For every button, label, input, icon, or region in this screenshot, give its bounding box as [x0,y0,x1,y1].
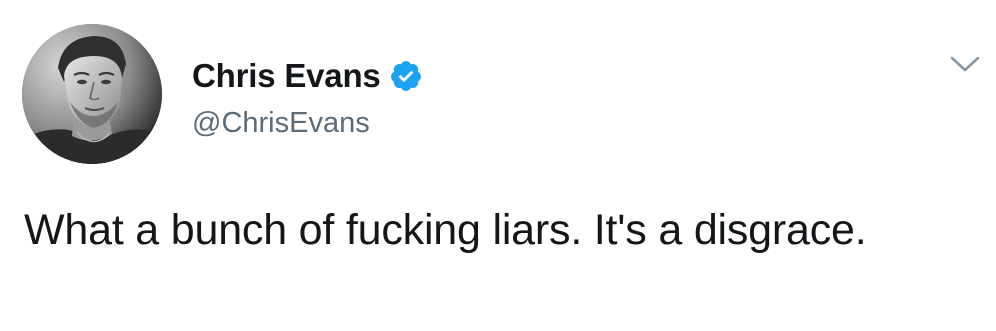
author-avatar[interactable] [22,24,162,164]
tweet-card: Chris Evans @ChrisEvans What a bunch of … [0,0,996,331]
author-name-row: Chris Evans [192,54,423,98]
author-handle[interactable]: @ChrisEvans [192,107,370,140]
verified-badge-icon [389,59,423,93]
author-display-name[interactable]: Chris Evans [192,57,381,95]
tweet-text: What a bunch of fucking liars. It's a di… [24,206,867,254]
chevron-down-icon[interactable] [948,52,982,76]
avatar-photo [22,24,162,164]
